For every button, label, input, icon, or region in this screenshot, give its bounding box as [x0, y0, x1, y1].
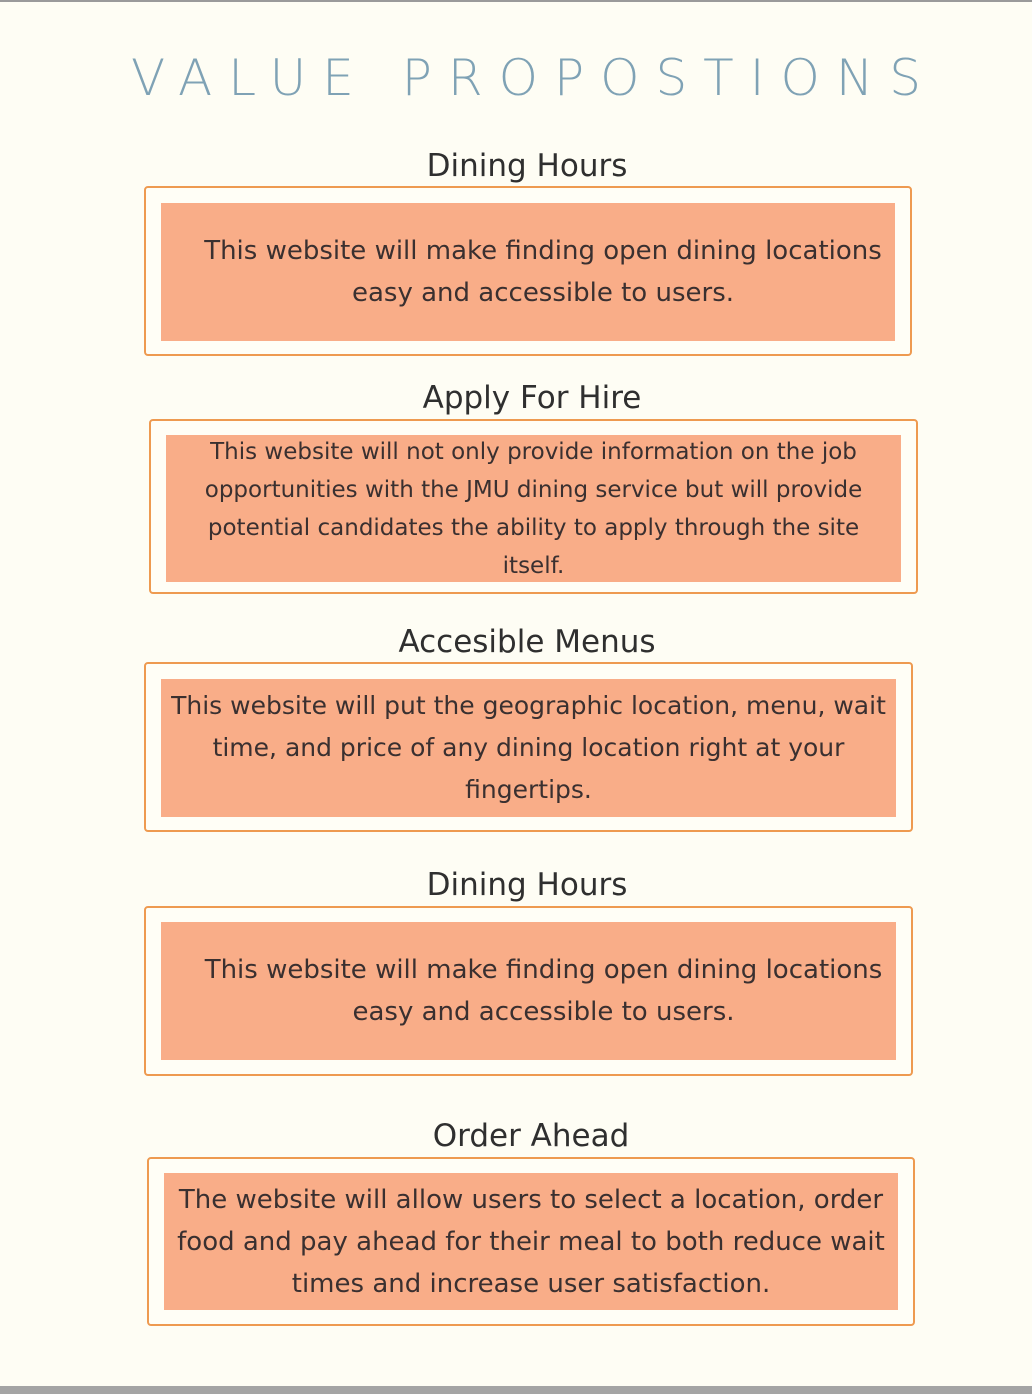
section-heading-apply-for-hire: Apply For Hire: [422, 380, 642, 416]
section-text-accessible-menus: This website will put the geographic loc…: [171, 691, 886, 804]
section-heading-dining-hours-2: Dining Hours: [426, 867, 628, 903]
section-heading-order-ahead: Order Ahead: [432, 1118, 630, 1154]
section-heading-dining-hours: Dining Hours: [426, 148, 628, 184]
section-body-apply-for-hire: This website will not only provide infor…: [166, 435, 901, 582]
section-text-order-ahead: The website will allow users to select a…: [177, 1184, 885, 1299]
section-body-accessible-menus: This website will put the geographic loc…: [161, 679, 896, 817]
section-text-apply-for-hire: This website will not only provide infor…: [204, 438, 863, 579]
section-text-dining-hours: This website will make finding open dini…: [204, 236, 882, 308]
section-text-dining-hours-2: This website will make finding open dini…: [204, 955, 883, 1027]
section-body-dining-hours: This website will make finding open dini…: [161, 203, 895, 341]
section-body-dining-hours-2: This website will make finding open dini…: [161, 922, 896, 1060]
bottom-scroll-edge: [0, 1386, 1032, 1394]
top-divider: [0, 0, 1032, 2]
section-heading-accessible-menus: Accesible Menus: [398, 624, 656, 660]
section-body-order-ahead: The website will allow users to select a…: [164, 1173, 898, 1310]
page-title: VALUE PROPOSTIONS: [131, 49, 937, 107]
